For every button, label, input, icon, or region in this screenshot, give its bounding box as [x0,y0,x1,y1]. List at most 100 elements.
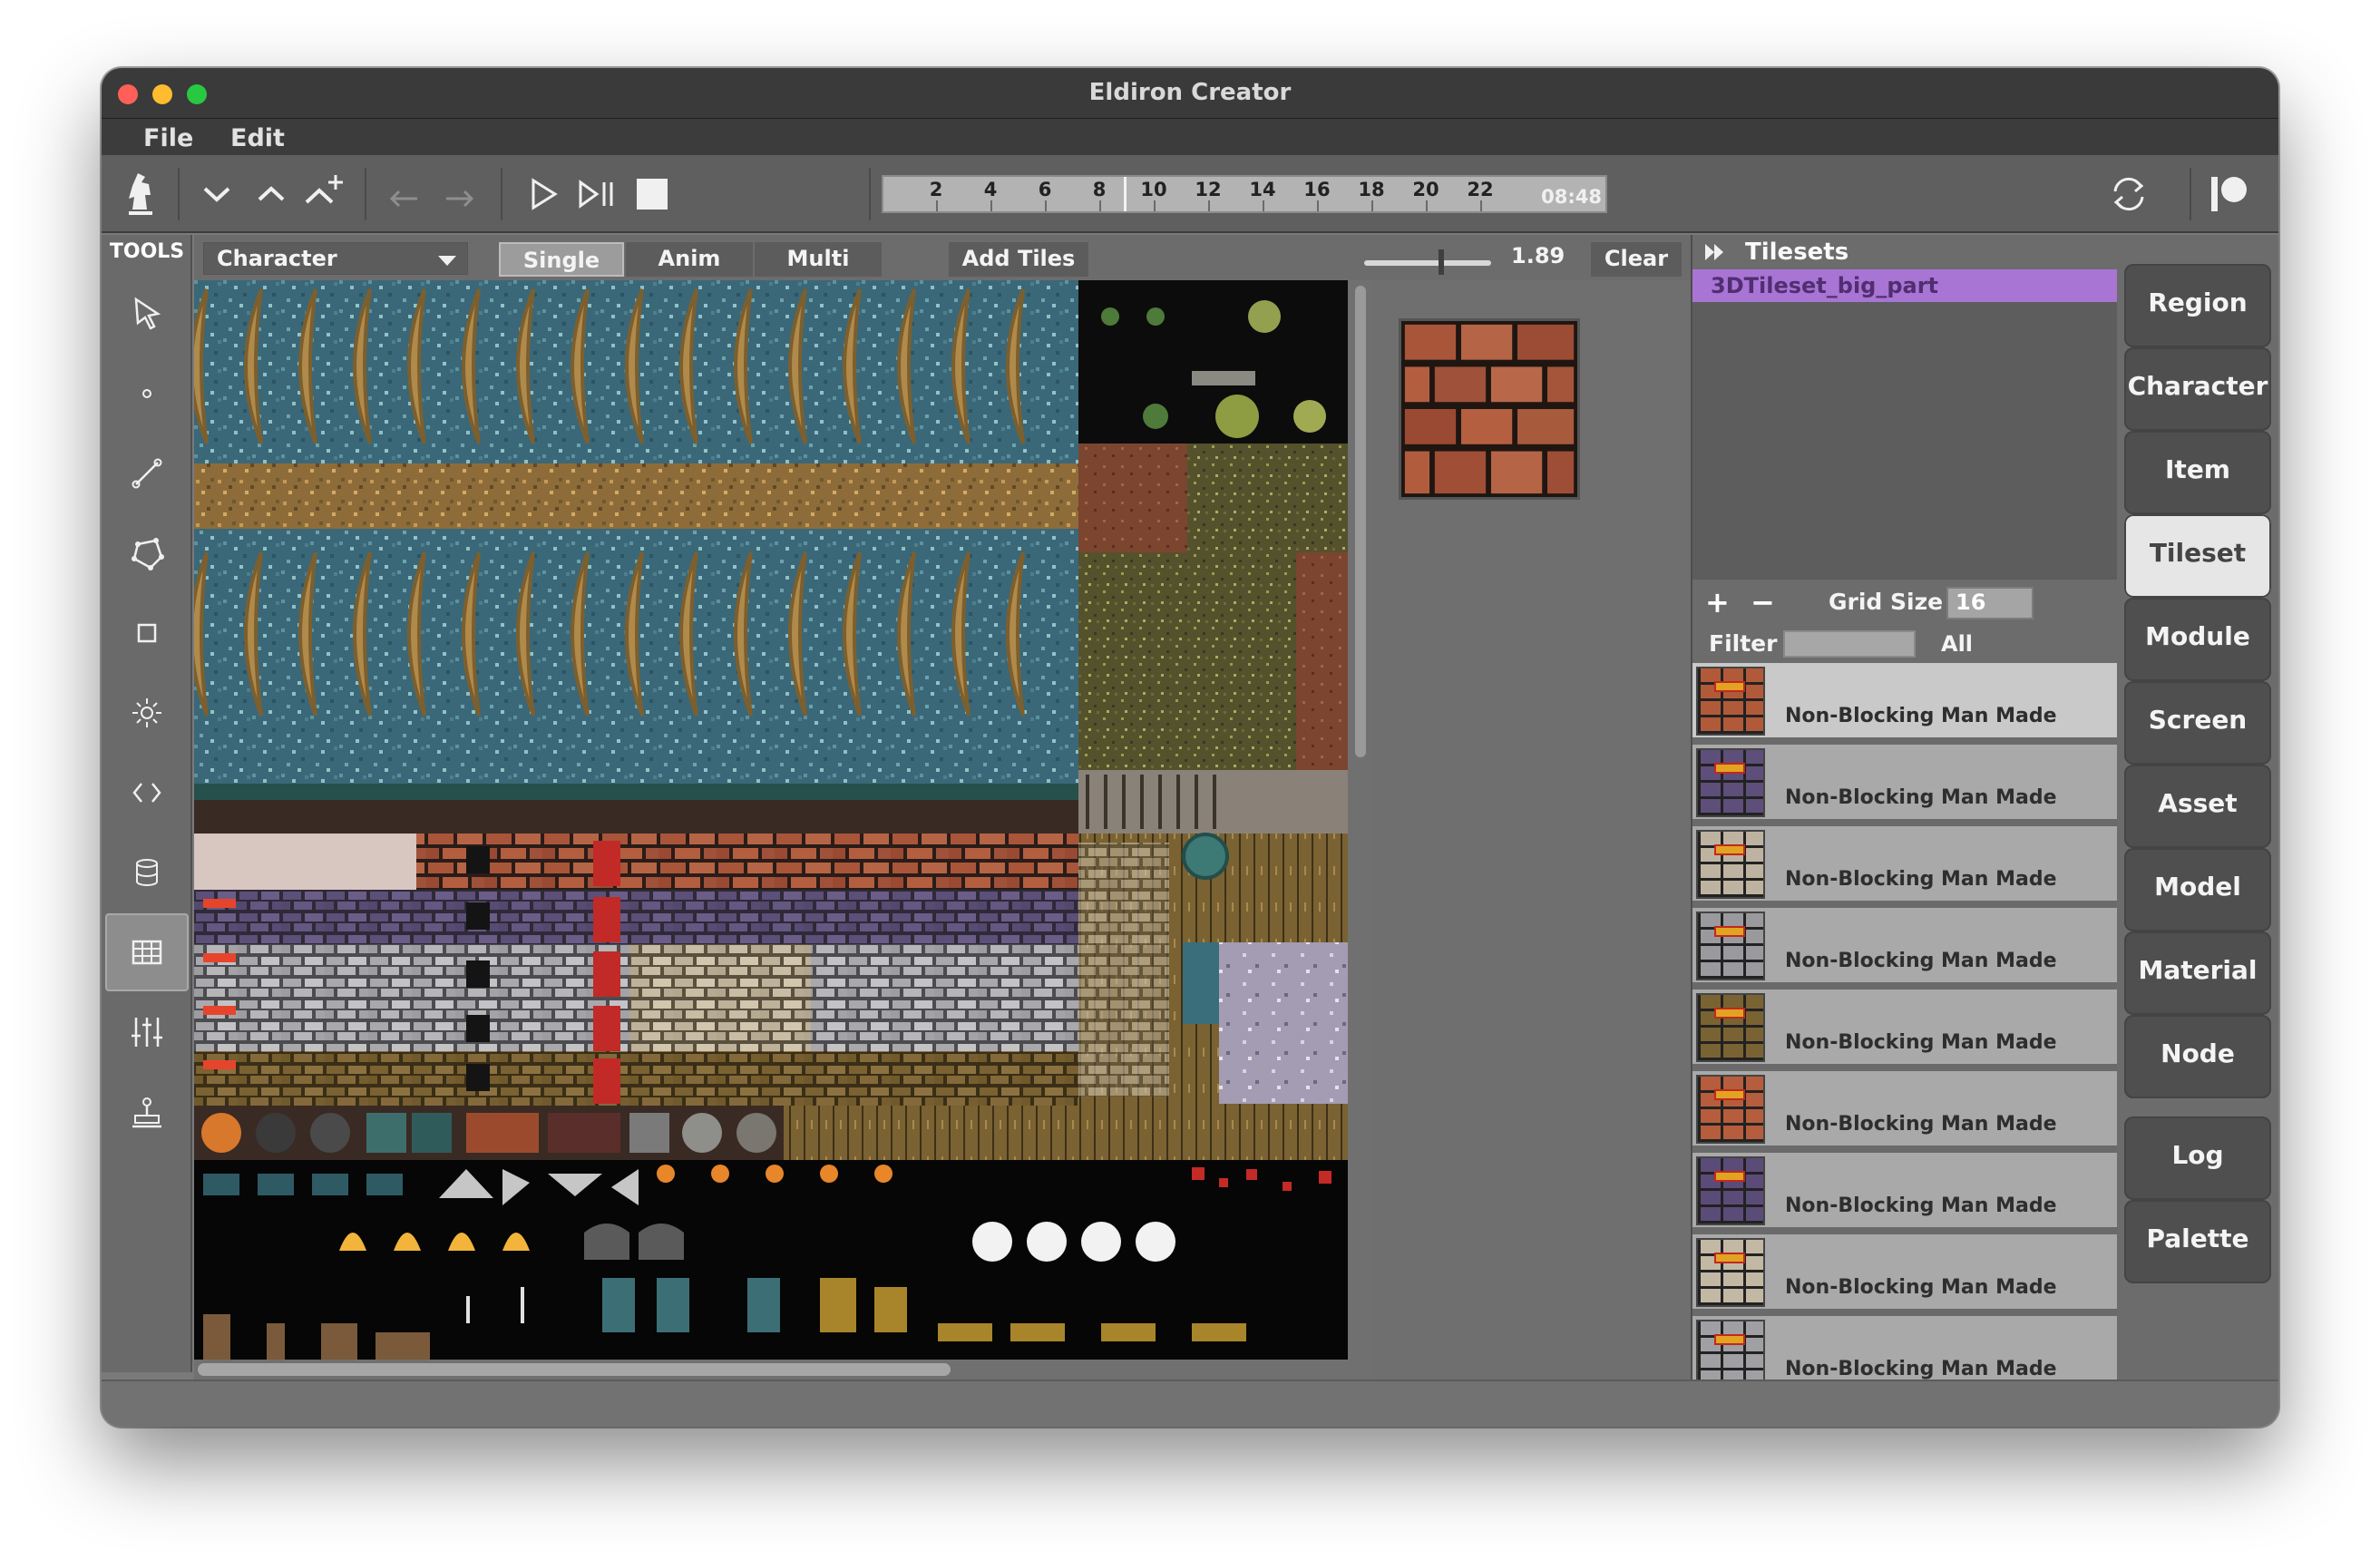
canvas-horizontal-scrollbar[interactable] [194,1360,1373,1380]
sync-icon[interactable] [2102,168,2155,220]
tools-label: TOOLS [109,240,185,263]
stop-icon[interactable] [626,168,678,220]
sidebar-button-item[interactable]: Item [2124,431,2271,514]
expand-arrow-icon[interactable] [1703,242,1727,262]
eldiron-logo-icon[interactable] [114,168,167,220]
toolbar-separator [2190,168,2191,220]
grid-size-input[interactable]: 16 [1946,587,2034,619]
scrollbar-thumb[interactable] [1355,286,1366,757]
rect-tool-icon[interactable] [105,594,189,672]
remove-tileset-button[interactable]: − [1751,585,1775,619]
timeline-tick: 2 [929,179,943,200]
timeline-time: 08:48 [1541,186,1602,208]
sidebar-button-tileset[interactable]: Tileset [2124,514,2271,598]
sidebar-button-module[interactable]: Module [2124,598,2271,681]
chevron-down-icon[interactable] [190,168,243,220]
sector-tool-icon[interactable] [105,514,189,592]
play-icon[interactable] [517,168,570,220]
add-tiles-button[interactable]: Add Tiles [949,242,1088,277]
toolbar-separator [178,168,180,220]
tile-tags: Non-Blocking Man Made [1785,868,2057,891]
timeline-tick-mark [1154,200,1156,211]
zoom-value: 1.89 [1511,243,1566,268]
segment-single[interactable]: Single [499,242,624,277]
sidebar-button-log[interactable]: Log [2124,1116,2271,1200]
sidebar-button-region[interactable]: Region [2124,264,2271,347]
step-icon[interactable] [571,168,624,220]
scrollbar-thumb[interactable] [198,1363,951,1376]
add-tileset-button[interactable]: + [1705,585,1730,619]
tileset-tool-icon[interactable] [105,913,189,991]
menu-edit[interactable]: Edit [230,124,285,152]
timeline-tick: 14 [1249,179,1276,200]
menu-file[interactable]: File [143,124,193,152]
timeline[interactable]: 2 4 6 8 10 12 14 16 18 20 22 08:48 [882,175,1607,213]
timeline-tick-mark [1371,200,1373,211]
tileset-canvas[interactable] [194,280,1348,1360]
chevron-up-plus-icon[interactable] [298,168,350,220]
sidebar-button-palette[interactable]: Palette [2124,1200,2271,1283]
clear-button[interactable]: Clear [1591,242,1682,277]
timeline-cursor[interactable] [1124,177,1127,211]
sidebar-button-character[interactable]: Character [2124,347,2271,431]
timeline-tick: 12 [1195,179,1222,200]
chevron-up-icon[interactable] [245,168,298,220]
redo-icon[interactable] [434,168,486,220]
mode-dropdown[interactable]: Character [203,242,468,275]
sidebar-button-material[interactable]: Material [2124,931,2271,1015]
sidebar-button-asset[interactable]: Asset [2124,765,2271,848]
tile-tags: Non-Blocking Man Made [1785,705,2057,727]
game-tool-icon[interactable] [105,1073,189,1151]
tools-sidebar: TOOLS [102,235,192,1372]
code-tool-icon[interactable] [105,754,189,832]
timeline-tick-mark [1263,200,1264,211]
filter-input[interactable] [1783,630,1916,658]
tile-editor-toolbar: Character Single Anim Multi Add Tiles 1.… [194,235,1691,280]
timeline-tick-mark [990,200,992,211]
segment-anim[interactable]: Anim [626,242,753,277]
vertex-tool-icon[interactable] [105,355,189,433]
toolbar-separator [501,168,502,220]
toolbar-separator [869,168,871,220]
editor-sidebar: Region Character Item Tileset Module Screen As… [2117,235,2278,1380]
tile-thumbnail [1696,1238,1765,1307]
tile-thumbnail-accent [1714,844,1745,855]
linedef-tool-icon[interactable] [105,434,189,512]
tile-thumbnail-accent [1714,763,1745,774]
sidebar-button-node[interactable]: Node [2124,1015,2271,1098]
sidebar-button-model[interactable]: Model [2124,848,2271,931]
patreon-icon[interactable] [2202,168,2255,220]
tile-thumbnail-accent [1714,681,1745,692]
canvas-vertical-scrollbar[interactable] [1348,280,1373,1360]
timeline-tick: 20 [1412,179,1439,200]
tile-preview-area [1373,280,1691,1380]
sidebar-button-screen[interactable]: Screen [2124,681,2271,765]
tile-thumbnail-accent [1714,1334,1745,1345]
segment-multi[interactable]: Multi [755,242,882,277]
tile-tags: Non-Blocking Man Made [1785,786,2057,809]
tile-tags: Non-Blocking Man Made [1785,1031,2057,1054]
title-bar: Eldiron Creator [102,68,2278,119]
timeline-tick-mark [1480,200,1482,211]
timeline-tick: 10 [1140,179,1167,200]
config-tool-icon[interactable] [105,993,189,1071]
tile-thumbnail [1696,830,1765,899]
timeline-tick-mark [936,200,938,211]
zoom-slider-handle[interactable] [1439,249,1444,275]
tile-tags: Non-Blocking Man Made [1785,1113,2057,1136]
grid-size-label: Grid Size [1829,589,1944,615]
effects-tool-icon[interactable] [105,674,189,752]
timeline-tick-mark [1426,200,1428,211]
selection-tool-icon[interactable] [105,275,189,353]
tile-tags: Non-Blocking Man Made [1785,1194,2057,1217]
tile-thumbnail-accent [1714,926,1745,937]
zoom-slider[interactable] [1364,260,1491,266]
window-title: Eldiron Creator [1088,79,1292,106]
timeline-tick: 18 [1358,179,1385,200]
tile-thumbnail [1696,748,1765,817]
chevron-down-icon [438,256,456,266]
undo-icon[interactable] [377,168,430,220]
app-window: Eldiron Creator File Edit 2 4 6 8 10 12 … [102,68,2278,1427]
data-tool-icon[interactable] [105,834,189,912]
timeline-tick-mark [1317,200,1319,211]
